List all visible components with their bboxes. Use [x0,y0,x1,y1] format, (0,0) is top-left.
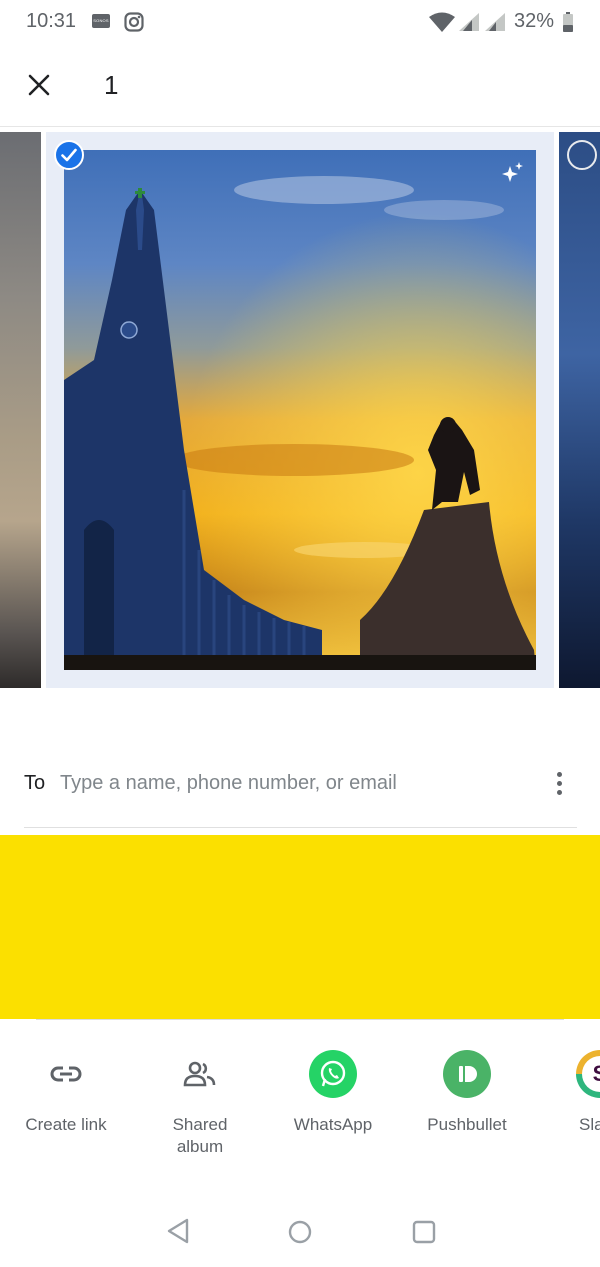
home-icon [288,1220,312,1244]
share-label: WhatsApp [293,1115,373,1134]
share-pushbullet[interactable]: Pushbullet [407,1050,527,1136]
select-circle-button[interactable] [567,140,597,170]
more-vert-icon [556,771,562,777]
share-label: Create link [25,1115,107,1134]
signal-icon [484,12,506,37]
pushbullet-icon [443,1050,491,1098]
close-icon [28,74,50,96]
check-icon [61,148,77,162]
more-vert-dot [556,789,562,795]
to-label: To [24,772,46,794]
recents-button[interactable] [412,1220,436,1249]
selected-check-button[interactable] [54,140,84,170]
status-time: 10:31 [26,10,77,32]
share-whatsapp[interactable]: WhatsApp [273,1050,393,1136]
signal-icon [458,12,480,37]
battery-icon [562,12,574,37]
back-icon [167,1218,189,1244]
photo-thumbnail-previous[interactable] [0,132,41,688]
whatsapp-icon [309,1050,357,1098]
share-shared-album[interactable]: Shared album [140,1050,260,1158]
share-label: Sla [579,1115,600,1134]
photo-thumbnail-selected[interactable] [64,150,536,670]
divider [0,126,600,127]
photo-church-statue [64,150,536,670]
photo-thumbnail-next[interactable] [559,132,600,688]
home-button[interactable] [288,1220,312,1249]
back-button[interactable] [166,1218,190,1249]
share-label: Shared album [172,1115,228,1156]
instagram-icon [124,12,144,37]
more-options-button[interactable] [546,766,572,800]
link-icon [42,1050,90,1098]
recipient-input[interactable] [60,768,530,798]
battery-percent: 32% [514,10,555,32]
sonos-icon: SONOS [92,14,110,28]
sparkle-icon [500,160,526,191]
highlight-block [0,835,600,1019]
more-vert-dot [556,780,562,786]
close-button[interactable] [20,66,58,104]
people-icon [176,1050,224,1098]
recents-icon [412,1220,436,1244]
share-create-link[interactable]: Create link [6,1050,126,1136]
divider [24,827,577,828]
share-slack[interactable]: S Sla [540,1050,600,1136]
wifi-icon [428,12,456,37]
divider [36,1019,564,1020]
slack-icon: S [576,1050,600,1098]
selected-count: 1 [104,70,119,100]
share-label: Pushbullet [427,1115,507,1134]
